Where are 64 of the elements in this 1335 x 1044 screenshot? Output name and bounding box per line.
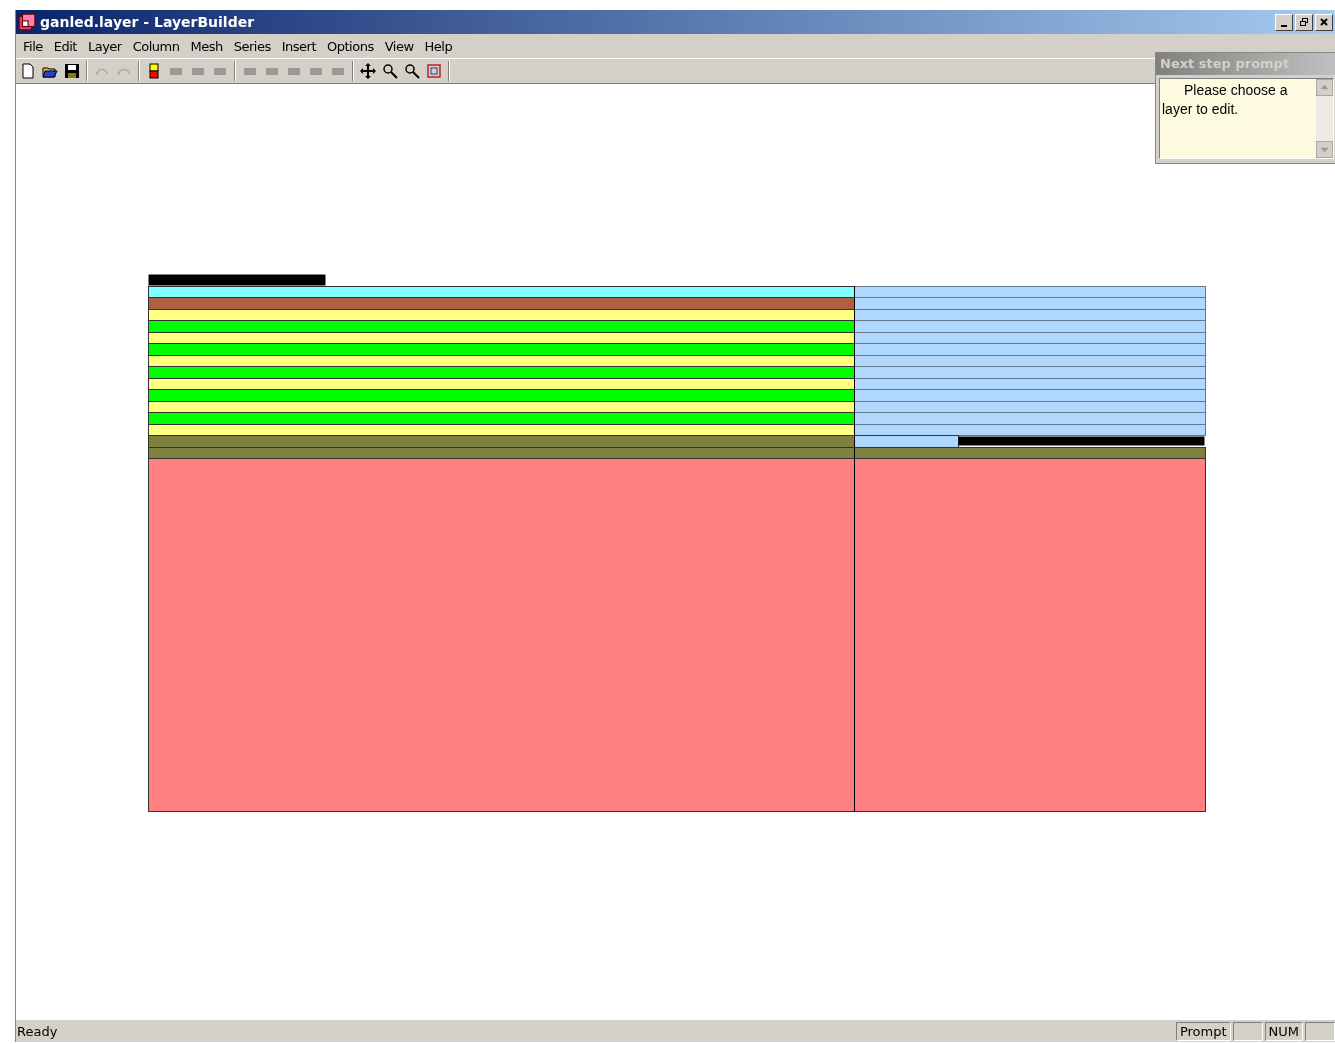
menu-item[interactable]: Help xyxy=(421,38,461,54)
layer-band[interactable] xyxy=(148,366,855,379)
menu-item[interactable]: Insert xyxy=(278,38,324,54)
menu-item[interactable]: View xyxy=(381,38,422,54)
layer-band[interactable] xyxy=(148,412,855,425)
prompt-text: Please choose a layer to edit. xyxy=(1161,81,1289,119)
mesh-cell[interactable] xyxy=(854,412,1206,425)
mesh-cell[interactable] xyxy=(854,332,1206,344)
top-contact[interactable] xyxy=(148,274,326,286)
layer-band[interactable] xyxy=(148,401,855,413)
new-file-icon[interactable] xyxy=(20,63,36,79)
mesh-cell[interactable] xyxy=(854,355,1206,367)
app-icon xyxy=(18,13,36,31)
mesh-cell[interactable] xyxy=(854,401,1206,413)
restore-button[interactable] xyxy=(1295,13,1313,31)
mesh-cell[interactable] xyxy=(854,320,1206,333)
mesh-cell[interactable] xyxy=(854,378,1206,390)
mesh-cell[interactable] xyxy=(854,343,1206,356)
zoom-out-icon[interactable] xyxy=(404,63,420,79)
fit-icon[interactable] xyxy=(426,63,442,79)
mesh-cell[interactable] xyxy=(854,389,1206,402)
restore-icon xyxy=(1299,17,1309,27)
window-title: ganled.layer - LayerBuilder xyxy=(40,14,256,30)
menu-item[interactable]: Series xyxy=(230,38,279,54)
mesh-cell[interactable] xyxy=(854,366,1206,379)
layer-band[interactable] xyxy=(148,424,855,436)
menu-item[interactable]: Mesh xyxy=(187,38,231,54)
mesh-cell[interactable] xyxy=(854,435,959,448)
menu-item[interactable]: File xyxy=(20,38,51,54)
status-pane: Prompt xyxy=(1175,1021,1231,1041)
close-button[interactable] xyxy=(1315,13,1333,31)
zoom-in-icon[interactable] xyxy=(382,63,398,79)
status-message: Ready xyxy=(17,1023,59,1039)
layer-icon[interactable] xyxy=(146,63,162,79)
minimize-button[interactable] xyxy=(1275,13,1293,31)
save-icon[interactable] xyxy=(64,63,80,79)
contact-block[interactable] xyxy=(958,436,1205,446)
mesh-cell[interactable] xyxy=(854,447,1206,459)
layer-band[interactable] xyxy=(148,343,855,356)
mesh-cell[interactable] xyxy=(854,309,1206,321)
minimize-icon xyxy=(1281,24,1287,27)
layer-band[interactable] xyxy=(148,389,855,402)
mesh-cell[interactable] xyxy=(854,424,1206,436)
mesh-cell[interactable] xyxy=(854,286,1206,298)
layer-band[interactable] xyxy=(148,320,855,333)
menu-item[interactable]: Layer xyxy=(84,38,130,54)
close-icon xyxy=(1319,17,1329,27)
mesh-cell[interactable] xyxy=(854,297,1206,310)
menu-item[interactable]: Column xyxy=(129,38,188,54)
menu-item[interactable]: Edit xyxy=(50,38,85,54)
status-pane xyxy=(1232,1021,1263,1041)
layer-band[interactable] xyxy=(148,309,855,321)
menu-item[interactable]: Options xyxy=(324,38,382,54)
scroll-up-button[interactable] xyxy=(1316,79,1333,96)
status-pane: NUM xyxy=(1264,1021,1303,1041)
scrollbar[interactable] xyxy=(1316,79,1333,158)
layer-band[interactable] xyxy=(148,332,855,344)
layer-band[interactable] xyxy=(148,355,855,367)
scroll-down-button[interactable] xyxy=(1316,141,1333,158)
move-icon[interactable] xyxy=(360,63,376,79)
layer-band[interactable] xyxy=(148,378,855,390)
layer-band[interactable] xyxy=(148,286,855,298)
mesh-cell[interactable] xyxy=(854,458,1206,812)
status-pane xyxy=(1305,1021,1335,1041)
